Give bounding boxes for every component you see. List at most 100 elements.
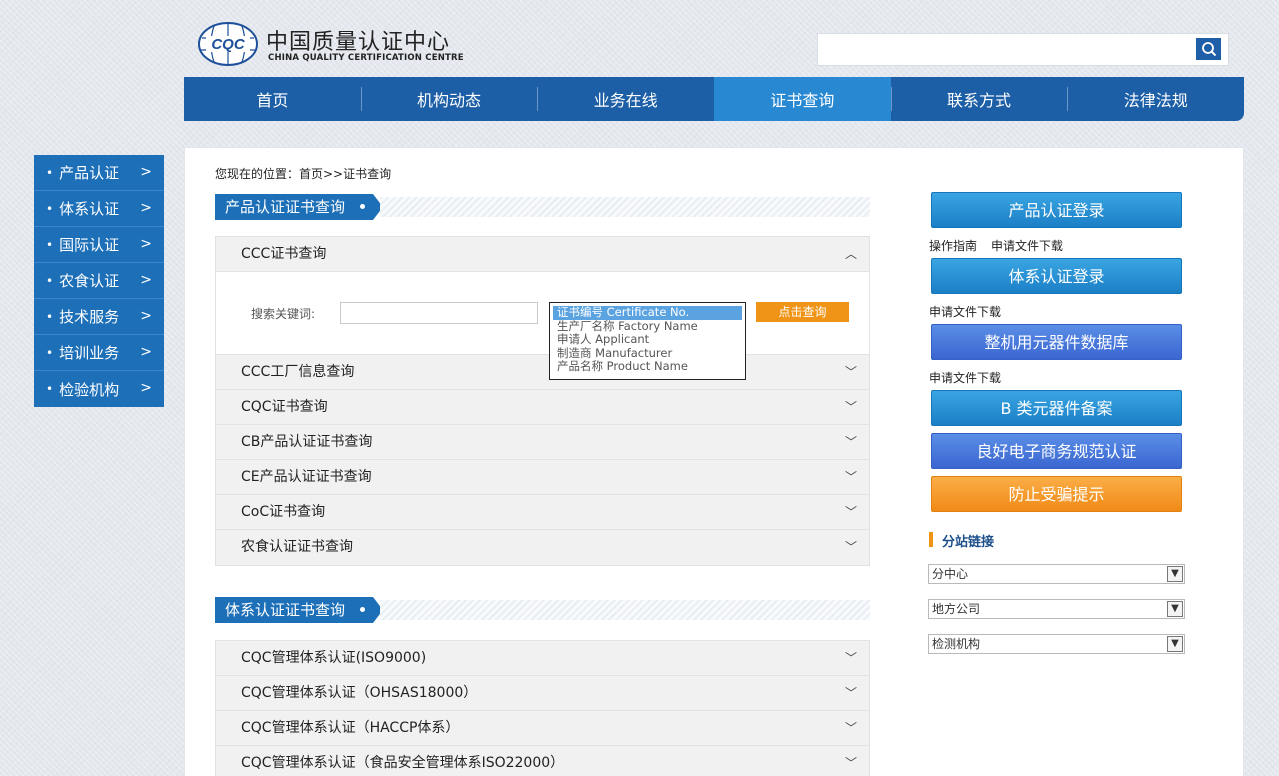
nav-business[interactable]: 业务在线 xyxy=(537,77,714,121)
accordion-item-label: CQC证书查询 xyxy=(241,399,328,415)
sidebar-item-training[interactable]: • 培训业务 > xyxy=(34,335,164,371)
section-title-label: 体系认证证书查询 xyxy=(215,597,384,623)
system-query-accordion: CQC管理体系认证(ISO9000) ﹀ CQC管理体系认证（OHSAS18000… xyxy=(215,640,870,776)
chevron-down-icon: ▼ xyxy=(1167,636,1183,652)
chevron-down-icon: ﹀ xyxy=(844,365,857,379)
select-value: 分中心 xyxy=(932,567,969,581)
chevron-down-icon: ﹀ xyxy=(844,400,857,414)
accordion-item-haccp[interactable]: CQC管理体系认证（HACCP体系） ﹀ xyxy=(216,711,869,746)
accordion-item-label: CCC工厂信息查询 xyxy=(241,364,355,380)
bullet-icon: • xyxy=(46,309,54,324)
select-value: 检测机构 xyxy=(932,637,981,651)
nav-contact[interactable]: 联系方式 xyxy=(890,77,1068,121)
accordion-item-ce[interactable]: CE产品认证证书查询 ﹀ xyxy=(216,460,869,495)
accordion-item-iso22000[interactable]: CQC管理体系认证（食品安全管理体系ISO22000） ﹀ xyxy=(216,746,869,776)
system-cert-login-button[interactable]: 体系认证登录 xyxy=(931,258,1182,294)
chevron-down-icon: ▼ xyxy=(1167,566,1183,582)
sidebar-item-tech-service[interactable]: • 技术服务 > xyxy=(34,299,164,335)
bullet-icon: • xyxy=(46,165,54,180)
ccc-query-form: 搜索关键词: 证书编号 Certificate No. 生产厂名称 Factor… xyxy=(216,272,869,380)
chevron-down-icon: ﹀ xyxy=(844,686,857,700)
sidebar-item-product-cert[interactable]: • 产品认证 > xyxy=(34,155,164,191)
accordion-item-agri-food[interactable]: 农食认证证书查询 ﹀ xyxy=(216,530,869,565)
branch-center-select[interactable]: 分中心 ▼ xyxy=(928,564,1185,584)
keyword-input[interactable] xyxy=(340,302,538,324)
chevron-up-icon: ︿ xyxy=(844,247,857,261)
nav-laws[interactable]: 法律法规 xyxy=(1067,77,1244,121)
bullet-icon: • xyxy=(46,345,54,360)
bullet-icon xyxy=(360,607,366,612)
accordion-item-cqc[interactable]: CQC证书查询 ﹀ xyxy=(216,390,869,425)
accordion-item-ccc-factory[interactable]: CCC工厂信息查询 ﹀ xyxy=(216,355,869,390)
site-search-input[interactable] xyxy=(822,38,1192,62)
sidebar-item-international-cert[interactable]: • 国际认证 > xyxy=(34,227,164,263)
application-download-link[interactable]: 申请文件下载 xyxy=(991,239,1063,253)
section-title-system: 体系认证证书查询 xyxy=(215,597,870,623)
sidebar-item-label: 农食认证 xyxy=(59,272,120,290)
chevron-down-icon: ﹀ xyxy=(844,540,857,554)
listbox-option[interactable]: 证书编号 Certificate No. xyxy=(553,306,742,320)
accordion-item-coc[interactable]: CoC证书查询 ﹀ xyxy=(216,495,869,530)
search-button[interactable] xyxy=(1196,38,1221,60)
local-company-select[interactable]: 地方公司 ▼ xyxy=(928,599,1185,619)
svg-text:CQC: CQC xyxy=(211,36,246,53)
sidebar-item-system-cert[interactable]: • 体系认证 > xyxy=(34,191,164,227)
sidebar-item-label: 检验机构 xyxy=(59,380,120,399)
sidebar-item-agri-food-cert[interactable]: • 农食认证 > xyxy=(34,263,164,299)
accordion-item-label: CQC管理体系认证（OHSAS18000） xyxy=(241,685,478,701)
sidebar-menu: • 产品认证 > • 体系认证 > • 国际认证 > • 农食认证 > • 技术服务 > • 培训业务… xyxy=(34,155,164,407)
listbox-option[interactable]: 申请人 Applicant xyxy=(550,333,745,347)
select-value: 地方公司 xyxy=(932,602,981,616)
accordion-item-label: CE产品认证证书查询 xyxy=(241,469,372,485)
chevron-right-icon: > xyxy=(140,200,152,216)
ecommerce-cert-button[interactable]: 良好电子商务规范认证 xyxy=(931,433,1182,469)
chevron-down-icon: ﹀ xyxy=(844,435,857,449)
chevron-down-icon: ﹀ xyxy=(844,756,857,770)
accordion-item-label: CQC管理体系认证（HACCP体系） xyxy=(241,720,460,736)
fraud-warning-button[interactable]: 防止受骗提示 xyxy=(931,476,1182,512)
main-nav: 首页 机构动态 业务在线 证书查询 联系方式 法律法规 xyxy=(184,77,1244,121)
sidebar-item-label: 产品认证 xyxy=(59,164,120,182)
accordion-item-iso9000[interactable]: CQC管理体系认证(ISO9000) ﹀ xyxy=(216,641,869,676)
accordion-item-ccc[interactable]: CCC证书查询 ︿ xyxy=(216,237,869,272)
product-login-links: 操作指南 申请文件下载 xyxy=(929,237,1077,254)
bullet-icon: • xyxy=(46,237,54,252)
listbox-option[interactable]: 产品名称 Product Name xyxy=(550,360,745,374)
bullet-icon: • xyxy=(46,201,54,216)
chevron-right-icon: > xyxy=(140,236,152,252)
section-title-text: 体系认证证书查询 xyxy=(225,601,346,619)
application-download-link[interactable]: 申请文件下载 xyxy=(929,305,1001,319)
testing-lab-select[interactable]: 检测机构 ▼ xyxy=(928,634,1185,654)
product-cert-login-button[interactable]: 产品认证登录 xyxy=(931,192,1182,228)
operation-guide-link[interactable]: 操作指南 xyxy=(929,239,977,253)
accordion-item-label: CoC证书查询 xyxy=(241,504,326,520)
accordion-item-label: CQC管理体系认证(ISO9000) xyxy=(241,650,427,666)
product-query-accordion: CCC证书查询 ︿ 搜索关键词: 证书编号 Certificate No. 生产厂… xyxy=(215,236,870,566)
nav-certificate-query[interactable]: 证书查询 xyxy=(714,77,891,121)
nav-news[interactable]: 机构动态 xyxy=(360,77,538,121)
system-login-links: 申请文件下载 xyxy=(929,303,1015,320)
chevron-down-icon: ﹀ xyxy=(844,651,857,665)
sidebar-item-inspection[interactable]: • 检验机构 > xyxy=(34,371,164,407)
accordion-item-cb[interactable]: CB产品认证证书查询 ﹀ xyxy=(216,425,869,460)
section-title-text: 产品认证证书查询 xyxy=(225,198,346,216)
site-logo[interactable]: CQC 中国质量认证中心 CHINA QUALITY CERTIFICATION… xyxy=(198,22,468,68)
cqc-logo-icon: CQC xyxy=(198,22,258,66)
application-download-link[interactable]: 申请文件下载 xyxy=(929,371,1001,385)
listbox-option[interactable]: 制造商 Manufacturer xyxy=(550,347,745,361)
accordion-item-label: 农食认证证书查询 xyxy=(241,539,353,555)
query-button[interactable]: 点击查询 xyxy=(756,302,849,322)
accordion-item-ohsas18000[interactable]: CQC管理体系认证（OHSAS18000） ﹀ xyxy=(216,676,869,711)
sidebar-item-label: 体系认证 xyxy=(59,200,120,218)
component-db-links: 申请文件下载 xyxy=(929,369,1015,386)
search-field-listbox[interactable]: 证书编号 Certificate No. 生产厂名称 Factory Name … xyxy=(549,302,746,380)
component-database-button[interactable]: 整机用元器件数据库 xyxy=(931,324,1182,360)
listbox-option[interactable]: 生产厂名称 Factory Name xyxy=(550,320,745,334)
section-title-product: 产品认证证书查询 xyxy=(215,194,870,220)
bullet-icon: • xyxy=(46,382,54,396)
chevron-right-icon: > xyxy=(140,164,152,180)
nav-home[interactable]: 首页 xyxy=(184,77,361,121)
logo-english-name: CHINA QUALITY CERTIFICATION CENTRE xyxy=(268,53,464,63)
logo-chinese-name: 中国质量认证中心 xyxy=(266,30,451,55)
class-b-component-filing-button[interactable]: B 类元器件备案 xyxy=(931,390,1182,426)
